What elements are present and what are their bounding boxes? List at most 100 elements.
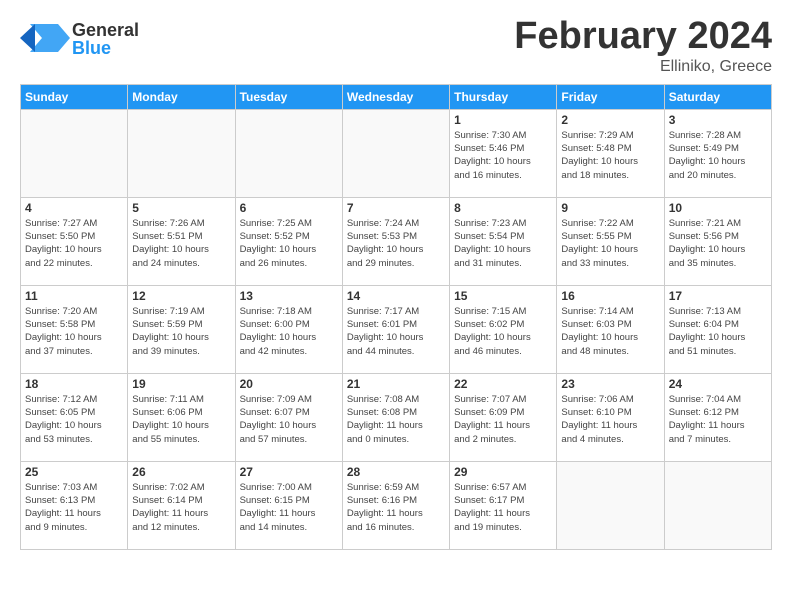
calendar-cell <box>664 461 771 549</box>
calendar-cell <box>557 461 664 549</box>
day-number: 3 <box>669 113 767 127</box>
day-number: 22 <box>454 377 552 391</box>
day-number: 7 <box>347 201 445 215</box>
calendar-header-wednesday: Wednesday <box>342 84 449 109</box>
day-info: Sunrise: 7:19 AM Sunset: 5:59 PM Dayligh… <box>132 305 230 358</box>
calendar-cell <box>21 109 128 197</box>
day-number: 23 <box>561 377 659 391</box>
day-number: 28 <box>347 465 445 479</box>
day-number: 24 <box>669 377 767 391</box>
day-info: Sunrise: 7:13 AM Sunset: 6:04 PM Dayligh… <box>669 305 767 358</box>
day-number: 11 <box>25 289 123 303</box>
calendar-header-saturday: Saturday <box>664 84 771 109</box>
day-number: 26 <box>132 465 230 479</box>
calendar-cell <box>235 109 342 197</box>
calendar-page: General Blue February 2024 Elliniko, Gre… <box>0 0 792 560</box>
calendar-cell: 13 Sunrise: 7:18 AM Sunset: 6:00 PM Dayli… <box>235 285 342 373</box>
day-info: Sunrise: 7:30 AM Sunset: 5:46 PM Dayligh… <box>454 129 552 182</box>
logo: General Blue <box>20 16 139 61</box>
day-number: 16 <box>561 289 659 303</box>
day-info: Sunrise: 7:07 AM Sunset: 6:09 PM Dayligh… <box>454 393 552 446</box>
day-info: Sunrise: 7:15 AM Sunset: 6:02 PM Dayligh… <box>454 305 552 358</box>
calendar-cell: 23Sunrise: 7:06 AM Sunset: 6:10 PM Dayli… <box>557 373 664 461</box>
calendar-cell: 10 Sunrise: 7:21 AM Sunset: 5:56 PM Dayli… <box>664 197 771 285</box>
day-info: Sunrise: 7:03 AM Sunset: 6:13 PM Dayligh… <box>25 481 123 534</box>
day-number: 10 <box>669 201 767 215</box>
day-number: 21 <box>347 377 445 391</box>
day-number: 18 <box>25 377 123 391</box>
calendar-cell: 8 Sunrise: 7:23 AM Sunset: 5:54 PM Daylig… <box>450 197 557 285</box>
day-number: 17 <box>669 289 767 303</box>
calendar-week-3: 11 Sunrise: 7:20 AM Sunset: 5:58 PM Dayli… <box>21 285 772 373</box>
day-info: Sunrise: 7:21 AM Sunset: 5:56 PM Dayligh… <box>669 217 767 270</box>
calendar-cell <box>342 109 449 197</box>
day-number: 25 <box>25 465 123 479</box>
day-info: Sunrise: 6:57 AM Sunset: 6:17 PM Dayligh… <box>454 481 552 534</box>
day-info: Sunrise: 7:08 AM Sunset: 6:08 PM Dayligh… <box>347 393 445 446</box>
calendar-cell: 29Sunrise: 6:57 AM Sunset: 6:17 PM Dayli… <box>450 461 557 549</box>
day-info: Sunrise: 7:14 AM Sunset: 6:03 PM Dayligh… <box>561 305 659 358</box>
day-info: Sunrise: 7:18 AM Sunset: 6:00 PM Dayligh… <box>240 305 338 358</box>
day-info: Sunrise: 7:22 AM Sunset: 5:55 PM Dayligh… <box>561 217 659 270</box>
calendar-cell: 4Sunrise: 7:27 AM Sunset: 5:50 PM Daylig… <box>21 197 128 285</box>
calendar-cell: 3 Sunrise: 7:28 AM Sunset: 5:49 PM Daylig… <box>664 109 771 197</box>
day-number: 13 <box>240 289 338 303</box>
calendar-cell: 22 Sunrise: 7:07 AM Sunset: 6:09 PM Dayli… <box>450 373 557 461</box>
logo-wordmark: General Blue <box>72 21 139 57</box>
day-number: 9 <box>561 201 659 215</box>
header: General Blue February 2024 Elliniko, Gre… <box>20 16 772 76</box>
day-info: Sunrise: 7:20 AM Sunset: 5:58 PM Dayligh… <box>25 305 123 358</box>
logo-blue-text: Blue <box>72 39 139 57</box>
calendar-cell: 16 Sunrise: 7:14 AM Sunset: 6:03 PM Dayli… <box>557 285 664 373</box>
calendar-week-1: 1 Sunrise: 7:30 AM Sunset: 5:46 PM Daylig… <box>21 109 772 197</box>
day-info: Sunrise: 7:23 AM Sunset: 5:54 PM Dayligh… <box>454 217 552 270</box>
day-info: Sunrise: 7:26 AM Sunset: 5:51 PM Dayligh… <box>132 217 230 270</box>
day-number: 27 <box>240 465 338 479</box>
calendar-cell: 20 Sunrise: 7:09 AM Sunset: 6:07 PM Dayli… <box>235 373 342 461</box>
day-info: Sunrise: 7:28 AM Sunset: 5:49 PM Dayligh… <box>669 129 767 182</box>
day-number: 2 <box>561 113 659 127</box>
day-number: 5 <box>132 201 230 215</box>
calendar-cell: 21 Sunrise: 7:08 AM Sunset: 6:08 PM Dayli… <box>342 373 449 461</box>
day-number: 1 <box>454 113 552 127</box>
calendar-week-2: 4Sunrise: 7:27 AM Sunset: 5:50 PM Daylig… <box>21 197 772 285</box>
day-number: 4 <box>25 201 123 215</box>
calendar-cell <box>128 109 235 197</box>
day-info: Sunrise: 7:02 AM Sunset: 6:14 PM Dayligh… <box>132 481 230 534</box>
logo-icon <box>20 16 70 61</box>
day-info: Sunrise: 7:04 AM Sunset: 6:12 PM Dayligh… <box>669 393 767 446</box>
calendar-cell: 15Sunrise: 7:15 AM Sunset: 6:02 PM Dayli… <box>450 285 557 373</box>
calendar-header-sunday: Sunday <box>21 84 128 109</box>
calendar-cell: 1 Sunrise: 7:30 AM Sunset: 5:46 PM Daylig… <box>450 109 557 197</box>
day-info: Sunrise: 7:00 AM Sunset: 6:15 PM Dayligh… <box>240 481 338 534</box>
day-number: 20 <box>240 377 338 391</box>
day-info: Sunrise: 7:29 AM Sunset: 5:48 PM Dayligh… <box>561 129 659 182</box>
calendar-cell: 2 Sunrise: 7:29 AM Sunset: 5:48 PM Daylig… <box>557 109 664 197</box>
day-info: Sunrise: 7:09 AM Sunset: 6:07 PM Dayligh… <box>240 393 338 446</box>
calendar-cell: 17 Sunrise: 7:13 AM Sunset: 6:04 PM Dayli… <box>664 285 771 373</box>
day-number: 8 <box>454 201 552 215</box>
day-info: Sunrise: 7:11 AM Sunset: 6:06 PM Dayligh… <box>132 393 230 446</box>
day-number: 19 <box>132 377 230 391</box>
calendar-cell: 27 Sunrise: 7:00 AM Sunset: 6:15 PM Dayli… <box>235 461 342 549</box>
day-info: Sunrise: 7:12 AM Sunset: 6:05 PM Dayligh… <box>25 393 123 446</box>
calendar-week-4: 18 Sunrise: 7:12 AM Sunset: 6:05 PM Dayli… <box>21 373 772 461</box>
calendar-cell: 26 Sunrise: 7:02 AM Sunset: 6:14 PM Dayli… <box>128 461 235 549</box>
calendar-cell: 5 Sunrise: 7:26 AM Sunset: 5:51 PM Daylig… <box>128 197 235 285</box>
location-text: Elliniko, Greece <box>514 58 772 76</box>
day-info: Sunrise: 6:59 AM Sunset: 6:16 PM Dayligh… <box>347 481 445 534</box>
calendar-header-monday: Monday <box>128 84 235 109</box>
logo-general-text: General <box>72 21 139 39</box>
calendar-header-tuesday: Tuesday <box>235 84 342 109</box>
calendar-cell: 24 Sunrise: 7:04 AM Sunset: 6:12 PM Dayli… <box>664 373 771 461</box>
day-number: 14 <box>347 289 445 303</box>
title-block: February 2024 Elliniko, Greece <box>514 16 772 76</box>
day-info: Sunrise: 7:25 AM Sunset: 5:52 PM Dayligh… <box>240 217 338 270</box>
calendar-header-row: SundayMondayTuesdayWednesdayThursdayFrid… <box>21 84 772 109</box>
calendar-header-friday: Friday <box>557 84 664 109</box>
calendar-cell: 12Sunrise: 7:19 AM Sunset: 5:59 PM Dayli… <box>128 285 235 373</box>
day-info: Sunrise: 7:24 AM Sunset: 5:53 PM Dayligh… <box>347 217 445 270</box>
calendar-header-thursday: Thursday <box>450 84 557 109</box>
calendar-cell: 19 Sunrise: 7:11 AM Sunset: 6:06 PM Dayli… <box>128 373 235 461</box>
month-year-title: February 2024 <box>514 16 772 58</box>
